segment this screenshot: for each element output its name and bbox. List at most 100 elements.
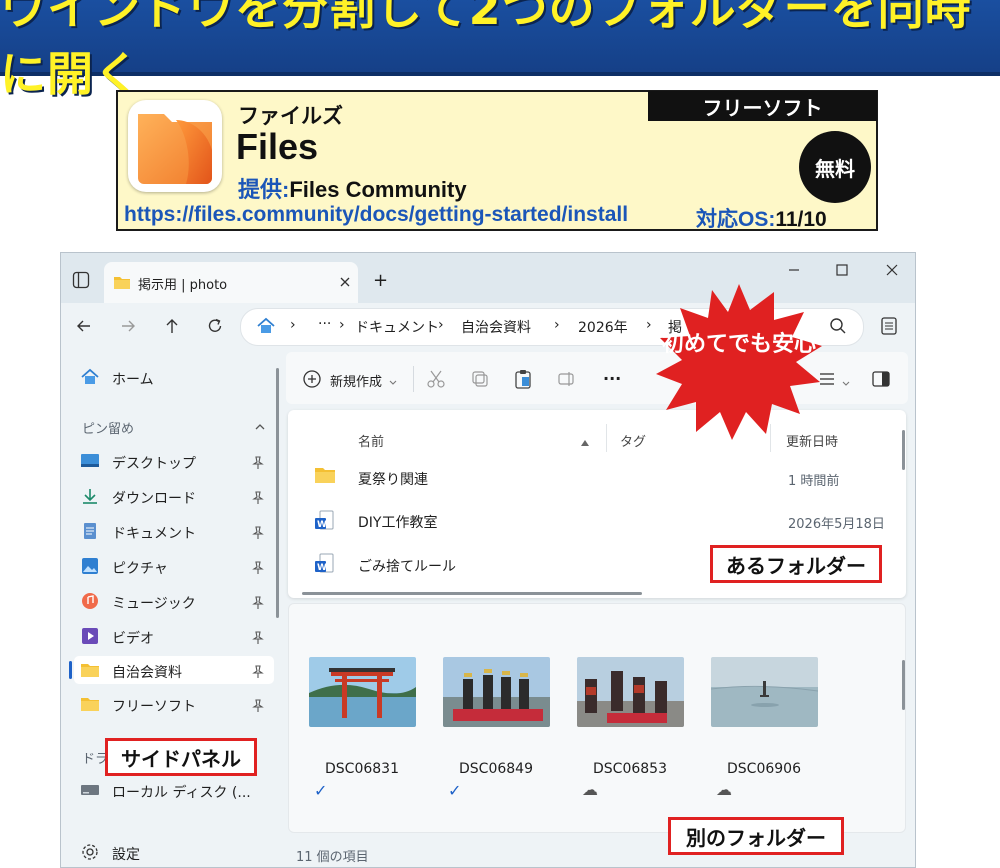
cloud-icon: ☁ xyxy=(582,780,598,799)
document-icon xyxy=(80,522,100,540)
column-name[interactable]: 名前 xyxy=(358,431,384,450)
file-row-date: 1 時間前 xyxy=(788,474,840,489)
callout-side-panel: サイドパネル xyxy=(105,738,257,776)
word-doc-icon: W xyxy=(314,510,334,532)
pin-icon[interactable] xyxy=(252,595,264,609)
column-divider xyxy=(606,424,607,452)
breadcrumb-item[interactable]: 2026年 xyxy=(578,317,628,337)
sidebar-item-freesoft[interactable]: フリーソフト xyxy=(112,696,196,716)
pinned-header: ピン留め xyxy=(82,422,135,437)
toolbar-divider xyxy=(413,366,414,392)
sidebar-item-local-disk[interactable]: ローカル ディスク (... xyxy=(112,782,251,802)
pin-icon[interactable] xyxy=(252,698,264,712)
sidebar-item-music[interactable]: ミュージック xyxy=(112,593,196,613)
cloud-icon: ☁ xyxy=(716,780,732,799)
drive-icon xyxy=(80,782,100,798)
new-tab-button[interactable]: + xyxy=(373,270,388,291)
forward-icon[interactable] xyxy=(118,316,138,336)
sidebar-toggle-icon[interactable] xyxy=(72,271,90,289)
column-tag[interactable]: タグ xyxy=(620,431,646,450)
maximize-icon[interactable] xyxy=(834,262,850,278)
banner-title: ウインドウを分割して2つのフォルダーを同時に開く xyxy=(0,0,972,101)
breadcrumb-separator: › xyxy=(339,317,345,333)
photo-thumbnail-torii[interactable] xyxy=(309,657,416,727)
sidebar-scrollbar[interactable] xyxy=(276,368,279,618)
sidebar-item-pictures[interactable]: ピクチャ xyxy=(112,558,168,578)
back-icon[interactable] xyxy=(74,316,94,336)
gear-icon[interactable] xyxy=(80,842,100,862)
download-icon xyxy=(80,487,100,505)
pin-icon[interactable] xyxy=(252,490,264,504)
sidebar-item-videos[interactable]: ビデオ xyxy=(112,628,154,648)
video-icon xyxy=(80,627,100,645)
synced-check-icon: ✓ xyxy=(314,781,328,800)
home-icon[interactable] xyxy=(256,316,276,336)
pin-icon[interactable] xyxy=(252,664,264,678)
photo-thumbnail-samurai[interactable] xyxy=(577,657,684,727)
music-icon xyxy=(80,592,100,610)
sidebar-item-desktop[interactable]: デスクトップ xyxy=(112,453,196,473)
file-row-name[interactable]: ごみ捨てルール xyxy=(358,556,456,576)
plus-circle-icon[interactable] xyxy=(302,369,322,389)
breadcrumb-separator: › xyxy=(554,317,560,333)
sidebar-item-documents[interactable]: ドキュメント xyxy=(112,523,196,543)
breadcrumb-item[interactable]: ドキュメント xyxy=(355,317,439,337)
pane1-h-scrollbar[interactable] xyxy=(302,592,642,595)
synced-check-icon: ✓ xyxy=(448,781,462,800)
download-url[interactable]: https://files.community/docs/getting-sta… xyxy=(124,203,628,227)
chevron-up-icon[interactable] xyxy=(254,418,266,430)
folder-icon xyxy=(314,466,336,484)
app-name: Files xyxy=(236,126,319,167)
home-icon xyxy=(80,368,100,386)
more-options-icon[interactable]: ··· xyxy=(603,369,621,388)
desktop-icon xyxy=(80,452,100,470)
pane2-scrollbar[interactable] xyxy=(902,660,905,710)
photo-thumbnail-sea[interactable] xyxy=(711,657,818,727)
supported-os: 対応OS:11/10 xyxy=(696,203,827,233)
breadcrumb-item[interactable]: 自治会資料 xyxy=(461,317,531,337)
search-icon[interactable] xyxy=(828,316,848,336)
svg-text:W: W xyxy=(317,520,327,530)
rename-icon[interactable] xyxy=(557,369,577,389)
file-tile-name[interactable]: DSC06849 xyxy=(436,761,556,777)
minimize-icon[interactable] xyxy=(786,262,802,278)
files-app-icon xyxy=(128,100,222,192)
sidebar-item-settings[interactable]: 設定 xyxy=(112,844,140,864)
new-button[interactable]: 新規作成 xyxy=(330,371,382,390)
sort-asc-icon xyxy=(580,433,590,446)
menu-icon[interactable] xyxy=(880,316,898,336)
up-icon[interactable] xyxy=(162,316,182,336)
details-pane-icon[interactable] xyxy=(871,369,891,389)
close-window-icon[interactable] xyxy=(884,262,900,278)
folder-icon xyxy=(80,662,100,678)
callout-one-folder: あるフォルダー xyxy=(710,545,882,583)
file-row-name[interactable]: DIY工作教室 xyxy=(358,512,437,532)
pin-icon[interactable] xyxy=(252,630,264,644)
file-row-name[interactable]: 夏祭り関連 xyxy=(358,469,428,489)
copy-icon[interactable] xyxy=(470,369,490,389)
sidebar-item-community-docs[interactable]: 自治会資料 xyxy=(112,662,182,682)
file-tile-name[interactable]: DSC06853 xyxy=(570,761,690,777)
file-tile-name[interactable]: DSC06831 xyxy=(302,761,422,777)
breadcrumb-more[interactable]: ··· xyxy=(318,316,331,332)
sidebar-item-home[interactable]: ホーム xyxy=(112,369,154,389)
file-tile-name[interactable]: DSC06906 xyxy=(704,761,824,777)
folder-icon xyxy=(80,696,100,712)
cut-icon[interactable] xyxy=(426,369,446,389)
pin-icon[interactable] xyxy=(252,560,264,574)
status-item-count: 11 個の項目 xyxy=(296,850,369,865)
freeware-badge: フリーソフト xyxy=(648,91,877,121)
svg-text:W: W xyxy=(317,563,327,573)
photo-thumbnail-armor[interactable] xyxy=(443,657,550,727)
provider-label: 提供: xyxy=(238,177,290,202)
breadcrumb-separator: › xyxy=(438,317,444,333)
refresh-icon[interactable] xyxy=(205,316,225,336)
provider-line: 提供:Files Community xyxy=(238,172,467,204)
close-tab-icon[interactable] xyxy=(338,274,352,288)
chevron-down-icon[interactable] xyxy=(841,374,851,386)
pin-icon[interactable] xyxy=(252,525,264,539)
sidebar-item-downloads[interactable]: ダウンロード xyxy=(112,488,196,508)
pin-icon[interactable] xyxy=(252,455,264,469)
paste-icon[interactable] xyxy=(513,368,533,390)
pane1-scrollbar[interactable] xyxy=(902,430,905,470)
